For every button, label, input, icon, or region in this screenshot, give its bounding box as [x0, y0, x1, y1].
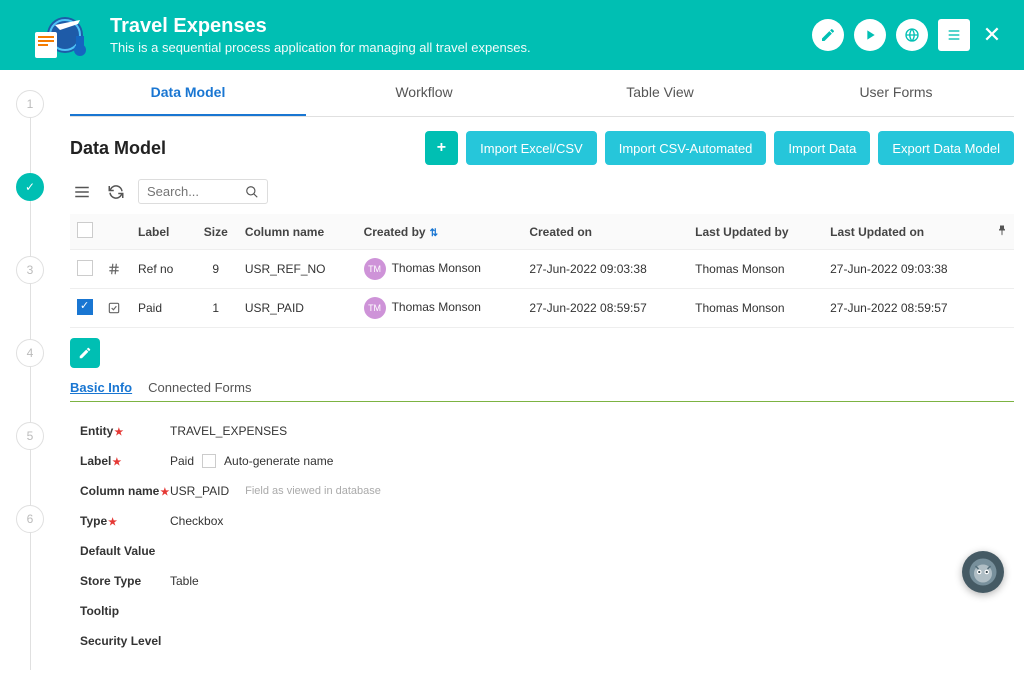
main-tabs: Data Model Workflow Table View User Form…	[70, 70, 1014, 117]
row-size: 9	[193, 250, 239, 289]
search-icon	[245, 185, 259, 199]
row-created-on: 27-Jun-2022 08:59:57	[523, 289, 689, 328]
import-csv-auto-button[interactable]: Import CSV-Automated	[605, 131, 767, 165]
refresh-icon[interactable]	[104, 180, 128, 204]
step-4[interactable]: 4	[16, 339, 44, 367]
column-hint: Field as viewed in database	[245, 485, 381, 497]
row-checkbox[interactable]	[77, 260, 93, 276]
column-value: USR_PAID	[170, 484, 229, 498]
step-1[interactable]: 1	[16, 90, 44, 118]
tooltip-label: Tooltip	[80, 604, 170, 618]
sort-icon: ⇅	[430, 228, 438, 239]
sub-tab-connected-forms[interactable]: Connected Forms	[148, 374, 251, 401]
label-label: Label	[80, 454, 111, 468]
app-header: Travel Expenses This is a sequential pro…	[0, 0, 1024, 70]
sub-tab-basic-info[interactable]: Basic Info	[70, 374, 132, 401]
export-model-button[interactable]: Export Data Model	[878, 131, 1014, 165]
store-value: Table	[170, 574, 199, 588]
col-size[interactable]: Size	[193, 214, 239, 250]
type-label: Type	[80, 514, 107, 528]
tab-table-view[interactable]: Table View	[542, 70, 778, 116]
row-label: Ref no	[132, 250, 193, 289]
detail-form: Entity★ TRAVEL_EXPENSES Label★ Paid Auto…	[70, 402, 1014, 670]
tab-user-forms[interactable]: User Forms	[778, 70, 1014, 116]
avatar: TM	[364, 258, 386, 280]
step-3[interactable]: 3	[16, 256, 44, 284]
detail-tabs: Basic Info Connected Forms	[70, 374, 1014, 402]
play-button[interactable]	[854, 19, 886, 51]
security-label: Security Level	[80, 634, 170, 648]
col-created-on[interactable]: Created on	[523, 214, 689, 250]
app-logo-icon	[20, 10, 90, 60]
import-excel-button[interactable]: Import Excel/CSV	[466, 131, 597, 165]
search-input[interactable]	[147, 184, 245, 199]
step-5[interactable]: 5	[16, 422, 44, 450]
menu-button[interactable]	[938, 19, 970, 51]
list-icon[interactable]	[70, 180, 94, 204]
avatar: TM	[364, 297, 386, 319]
tab-data-model[interactable]: Data Model	[70, 70, 306, 116]
select-all-checkbox[interactable]	[77, 222, 93, 238]
row-updated-on: 27-Jun-2022 09:03:38	[824, 250, 990, 289]
edit-row-button[interactable]	[70, 338, 100, 368]
row-label: Paid	[132, 289, 193, 328]
close-button[interactable]: ✕	[980, 23, 1004, 47]
assistant-fab[interactable]	[962, 551, 1004, 593]
step-6[interactable]: 6	[16, 505, 44, 533]
col-label[interactable]: Label	[132, 214, 193, 250]
row-created-by: Thomas Monson	[392, 300, 481, 314]
row-updated-on: 27-Jun-2022 08:59:57	[824, 289, 990, 328]
row-column-name: USR_REF_NO	[239, 250, 358, 289]
search-box[interactable]	[138, 179, 268, 204]
row-created-on: 27-Jun-2022 09:03:38	[523, 250, 689, 289]
col-created-by[interactable]: Created by⇅	[358, 214, 524, 250]
entity-value: TRAVEL_EXPENSES	[170, 424, 287, 438]
app-subtitle: This is a sequential process application…	[110, 40, 531, 55]
stepper: 1 ✓ 3 4 5 6	[0, 70, 60, 690]
section-title: Data Model	[70, 138, 166, 159]
column-label: Column name	[80, 484, 159, 498]
row-type-icon	[106, 300, 122, 316]
edit-header-button[interactable]	[812, 19, 844, 51]
entity-label: Entity	[80, 424, 113, 438]
row-updated-by: Thomas Monson	[689, 250, 824, 289]
store-label: Store Type	[80, 574, 170, 588]
table-row[interactable]: Ref no9USR_REF_NOTMThomas Monson27-Jun-2…	[70, 250, 1014, 289]
app-title: Travel Expenses	[110, 15, 531, 38]
row-size: 1	[193, 289, 239, 328]
table-row[interactable]: Paid1USR_PAIDTMThomas Monson27-Jun-2022 …	[70, 289, 1014, 328]
col-column-name[interactable]: Column name	[239, 214, 358, 250]
row-created-by: Thomas Monson	[392, 261, 481, 275]
row-type-icon	[106, 261, 122, 277]
data-table: Label Size Column name Created by⇅ Creat…	[70, 214, 1014, 328]
label-value: Paid	[170, 454, 194, 468]
col-updated-by[interactable]: Last Updated by	[689, 214, 824, 250]
tab-workflow[interactable]: Workflow	[306, 70, 542, 116]
row-column-name: USR_PAID	[239, 289, 358, 328]
pin-column-icon[interactable]	[990, 214, 1014, 250]
step-2[interactable]: ✓	[16, 173, 44, 201]
autogen-label: Auto-generate name	[224, 454, 333, 468]
add-button[interactable]: +	[425, 131, 458, 165]
row-checkbox[interactable]	[77, 299, 93, 315]
col-updated-on[interactable]: Last Updated on	[824, 214, 990, 250]
globe-button[interactable]	[896, 19, 928, 51]
import-data-button[interactable]: Import Data	[774, 131, 870, 165]
autogen-checkbox[interactable]	[202, 454, 216, 468]
type-value: Checkbox	[170, 514, 223, 528]
default-label: Default Value	[80, 544, 170, 558]
row-updated-by: Thomas Monson	[689, 289, 824, 328]
